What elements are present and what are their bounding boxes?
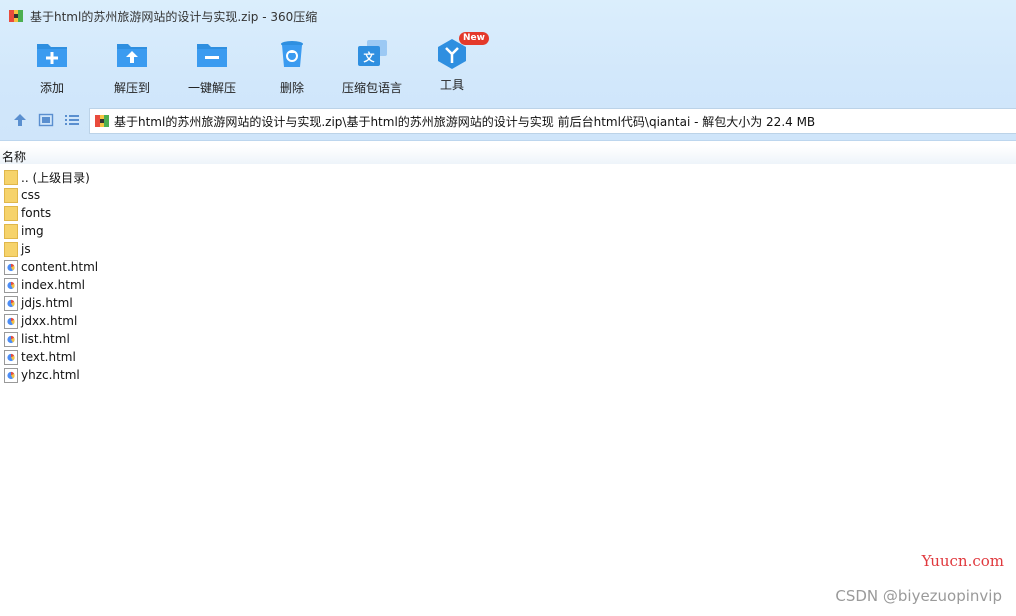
archive-app-icon — [9, 10, 23, 22]
list-item-file[interactable]: yhzc.html — [0, 366, 1016, 384]
add-button-label: 添加 — [39, 81, 64, 95]
archive-file-icon — [95, 115, 109, 127]
list-item-file[interactable]: text.html — [0, 348, 1016, 366]
svg-text:文: 文 — [364, 50, 376, 64]
list-item-folder[interactable]: js — [0, 240, 1016, 258]
html-file-icon — [4, 367, 18, 383]
html-file-icon — [4, 349, 18, 365]
delete-trash-icon — [281, 41, 303, 67]
list-item-name: .. (上级目录) — [21, 170, 90, 185]
language-icon: 文 — [358, 40, 387, 66]
top-band: 基于html的苏州旅游网站的设计与实现.zip - 360压缩 添加 解压到 一… — [0, 0, 1016, 141]
add-button[interactable]: 添加 — [12, 38, 92, 96]
list-item-folder[interactable]: css — [0, 186, 1016, 204]
html-file-icon — [4, 331, 18, 347]
list-item-file[interactable]: list.html — [0, 330, 1016, 348]
html-file-icon — [4, 277, 18, 293]
list-item-name: js — [21, 242, 31, 256]
file-list: .. (上级目录) css fonts img js content.html … — [0, 168, 1016, 384]
one-click-extract-icon — [197, 44, 227, 67]
list-item-name: text.html — [21, 350, 76, 364]
extract-to-icon — [117, 44, 147, 67]
window-title: 基于html的苏州旅游网站的设计与实现.zip - 360压缩 — [30, 9, 318, 24]
title-bar: 基于html的苏州旅游网站的设计与实现.zip - 360压缩 — [0, 0, 1016, 32]
list-item-file[interactable]: content.html — [0, 258, 1016, 276]
column-header-name[interactable]: 名称 — [0, 146, 1016, 164]
site-watermark: Yuucn.com — [921, 552, 1004, 570]
list-item-file[interactable]: jdxx.html — [0, 312, 1016, 330]
list-item-name: img — [21, 224, 44, 238]
list-view-icon[interactable] — [64, 112, 80, 128]
extract-to-button-label: 解压到 — [113, 81, 150, 95]
list-item-name: list.html — [21, 332, 70, 346]
one-click-extract-button-label: 一键解压 — [187, 81, 236, 95]
list-item-name: yhzc.html — [21, 368, 80, 382]
new-badge: New — [459, 32, 489, 45]
list-item-name: index.html — [21, 278, 85, 292]
navigation-row: 基于html的苏州旅游网站的设计与实现.zip\基于html的苏州旅游网站的设计… — [0, 106, 1016, 136]
list-item-name: fonts — [21, 206, 52, 220]
delete-button[interactable]: 删除 — [252, 38, 332, 96]
thumbnail-view-icon[interactable] — [38, 112, 54, 128]
list-item-folder[interactable]: fonts — [0, 204, 1016, 222]
html-file-icon — [4, 259, 18, 275]
folder-icon — [4, 205, 18, 221]
list-item-name: content.html — [21, 260, 99, 274]
html-file-icon — [4, 295, 18, 311]
archive-language-button[interactable]: 文 压缩包语言 — [332, 38, 412, 96]
list-item-file[interactable]: index.html — [0, 276, 1016, 294]
list-item-folder[interactable]: img — [0, 222, 1016, 240]
list-item-file[interactable]: jdjs.html — [0, 294, 1016, 312]
folder-icon — [4, 241, 18, 257]
list-item-name: jdjs.html — [21, 296, 73, 310]
folder-icon — [4, 187, 18, 203]
address-bar[interactable]: 基于html的苏州旅游网站的设计与实现.zip\基于html的苏州旅游网站的设计… — [89, 108, 1016, 134]
add-folder-icon — [37, 44, 67, 67]
list-item-parent-directory[interactable]: .. (上级目录) — [0, 168, 1016, 186]
delete-button-label: 删除 — [279, 81, 304, 95]
list-item-name: jdxx.html — [21, 314, 78, 328]
author-watermark: CSDN @biyezuopinvip — [835, 587, 1002, 605]
tools-button-label: 工具 — [439, 78, 464, 92]
folder-icon — [4, 223, 18, 239]
one-click-extract-button[interactable]: 一键解压 — [172, 38, 252, 96]
extract-to-button[interactable]: 解压到 — [92, 38, 172, 96]
html-file-icon — [4, 313, 18, 329]
column-header-label: 名称 — [2, 150, 27, 164]
up-arrow-icon[interactable] — [12, 112, 28, 128]
toolbar: 添加 解压到 一键解压 删除 文 压缩包语言 New 工具 — [0, 32, 1016, 98]
archive-language-button-label: 压缩包语言 — [341, 81, 402, 95]
list-item-name: css — [21, 188, 41, 202]
folder-icon — [4, 169, 18, 185]
address-path: 基于html的苏州旅游网站的设计与实现.zip\基于html的苏州旅游网站的设计… — [114, 114, 816, 129]
tools-button[interactable]: New 工具 — [412, 32, 492, 93]
